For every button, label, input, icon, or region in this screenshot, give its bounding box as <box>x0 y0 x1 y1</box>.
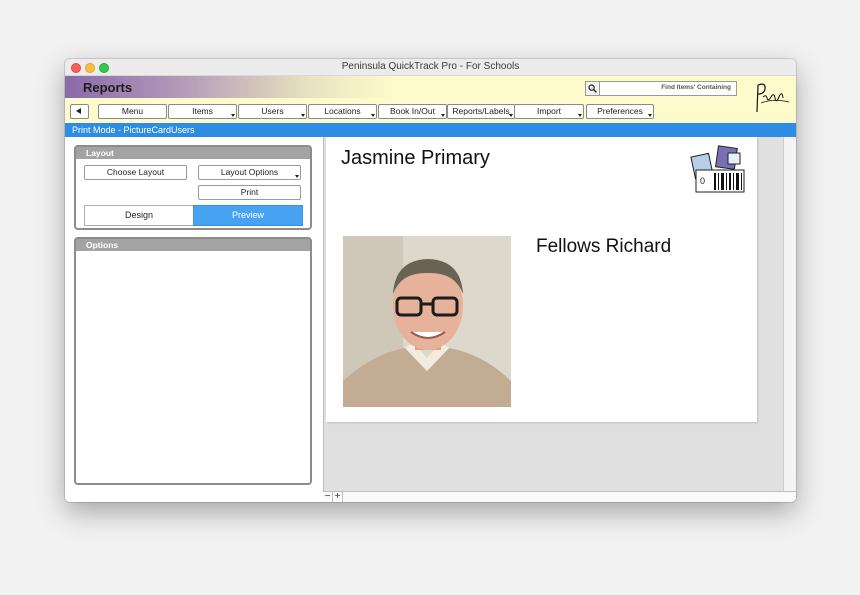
layout-group-header: Layout <box>76 147 310 159</box>
zoom-out-button[interactable]: − <box>323 492 333 502</box>
options-group-header: Options <box>76 239 310 251</box>
menu-reports-labels-button[interactable]: Reports/Labels <box>447 104 515 119</box>
barcode-cards-icon: 0 <box>690 144 750 196</box>
menu-item-label: Book In/Out <box>390 106 435 116</box>
options-group: Options <box>74 237 312 485</box>
menu-item-label: Reports/Labels <box>452 106 510 116</box>
back-arrow-button[interactable] <box>70 104 89 119</box>
options-group-title: Options <box>86 240 119 250</box>
mode-bar-text: Print Mode - PictureCardUsers <box>72 125 195 135</box>
menu-users-button[interactable]: Users <box>238 104 307 119</box>
menu-preferences-button[interactable]: Preferences <box>586 104 654 119</box>
left-panel: Layout Choose Layout Layout Options Prin… <box>65 137 323 502</box>
dropdown-arrow-icon <box>648 114 652 117</box>
choose-layout-button[interactable]: Choose Layout <box>84 165 187 180</box>
menu-menu-button[interactable]: Menu <box>98 104 167 119</box>
header-band: Reports <box>65 76 395 98</box>
print-button[interactable]: Print <box>198 185 301 200</box>
design-mode-button[interactable]: Design <box>84 205 194 226</box>
menu-item-label: Preferences <box>597 106 643 116</box>
card-person-name: Fellows Richard <box>536 236 672 257</box>
picture-card: Jasmine Primary 0 Fellows Richard <box>326 137 757 422</box>
layout-group-title: Layout <box>86 148 114 158</box>
menu-item-label: Items <box>192 106 213 116</box>
dropdown-arrow-icon <box>371 114 375 117</box>
menu-item-label: Import <box>536 106 562 116</box>
menu-items-button[interactable]: Items <box>168 104 237 119</box>
menu-book-in-out-button[interactable]: Book In/Out <box>378 104 447 119</box>
card-school-name: Jasmine Primary <box>341 147 490 169</box>
layout-group: Layout Choose Layout Layout Options Prin… <box>74 145 312 230</box>
app-window: Peninsula QuickTrack Pro - For Schools R… <box>65 59 796 502</box>
dropdown-arrow-icon <box>295 175 299 178</box>
search-icon[interactable] <box>586 82 600 95</box>
icon-counter-text: 0 <box>700 176 705 186</box>
dropdown-arrow-icon <box>231 114 235 117</box>
menu-item-label: Users <box>261 106 284 116</box>
app-header: Reports Find Items' Containing Menu Items… <box>65 76 796 123</box>
layout-options-label: Layout Options <box>220 167 279 177</box>
menu-item-label: Locations <box>324 106 361 116</box>
menu-import-button[interactable]: Import <box>514 104 584 119</box>
dropdown-arrow-icon <box>441 114 445 117</box>
report-preview-area[interactable]: Jasmine Primary 0 Fellows Richard <box>323 137 784 491</box>
dropdown-arrow-icon <box>578 114 582 117</box>
menu-locations-button[interactable]: Locations <box>308 104 377 119</box>
layout-options-button[interactable]: Layout Options <box>198 165 301 180</box>
main-menubar: Menu Items Users Locations Book In/Out Report… <box>65 104 796 120</box>
zoom-bar: − + <box>323 491 796 502</box>
mode-bar: Print Mode - PictureCardUsers <box>65 123 796 137</box>
user-photo <box>343 236 511 407</box>
zoom-in-button[interactable]: + <box>333 492 343 502</box>
page-title: Reports <box>83 80 133 95</box>
window-title: Peninsula QuickTrack Pro - For Schools <box>341 61 520 72</box>
find-items-placeholder: Find Items' Containing <box>661 84 731 91</box>
find-items-field[interactable]: Find Items' Containing <box>585 81 737 96</box>
preview-mode-button[interactable]: Preview <box>193 205 303 226</box>
dropdown-arrow-icon <box>301 114 305 117</box>
title-bar: Peninsula QuickTrack Pro - For Schools <box>65 59 796 76</box>
dropdown-arrow-icon <box>509 114 513 117</box>
vertical-scrollbar[interactable] <box>783 137 796 491</box>
menu-item-label: Menu <box>121 106 144 116</box>
